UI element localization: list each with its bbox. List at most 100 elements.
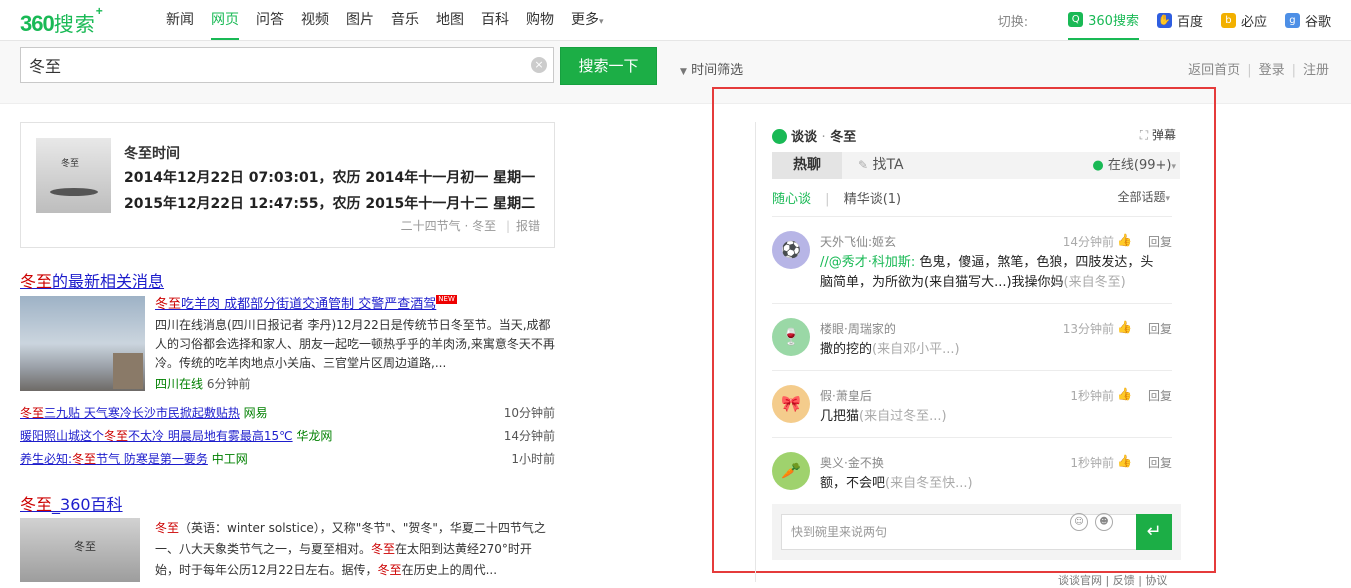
message-from: (来自邓小平...): [872, 342, 960, 357]
nav-more[interactable]: 更多▾: [571, 0, 604, 38]
news-item: 养生必知:冬至节气 防寒是第一要务 中工网 1小时前: [20, 450, 555, 467]
logo-plus: +: [95, 3, 103, 18]
news-thumbnail[interactable]: [20, 296, 145, 391]
all-topics-dropdown[interactable]: 全部话题▾: [1117, 188, 1170, 205]
engine-360[interactable]: Q 360搜索: [1068, 0, 1139, 40]
message-author[interactable]: 奥义·金不换: [820, 454, 884, 471]
baike-thumbnail[interactable]: 冬至: [20, 518, 140, 582]
clear-icon[interactable]: ×: [531, 57, 547, 73]
news-item: 冬至三九贴 天气寒冷长沙市民掀起敷贴热 网易 10分钟前: [20, 404, 555, 421]
top-links: 返回首页 | 登录 | 注册: [1188, 59, 1329, 78]
message-text: 撒的挖的(来自邓小平...): [820, 340, 1160, 360]
avatar[interactable]: 🥕: [772, 452, 810, 490]
time-filter[interactable]: ▼ 时间筛选: [680, 59, 743, 78]
logo-360-search[interactable]: 360搜索+: [20, 4, 103, 37]
message-body: 额，不会吧: [820, 476, 886, 491]
message-author[interactable]: 天外飞仙:姬玄: [820, 233, 896, 250]
bing-icon: b: [1220, 12, 1236, 28]
nav-images[interactable]: 图片: [346, 0, 374, 38]
chat-message: 🎀 假·萧皇后 1秒钟前 👍 回复 几把猫(来自过冬至...): [772, 370, 1172, 437]
login-link[interactable]: 登录: [1259, 63, 1285, 78]
chat-footer-links[interactable]: 谈谈官网 | 反馈 | 协议: [1058, 572, 1167, 588]
avatar[interactable]: ⚽: [772, 231, 810, 269]
chat-topic: 冬至: [830, 130, 857, 145]
category-nav: 新闻 网页 问答 视频 图片 音乐 地图 百科 购物 更多▾: [166, 0, 621, 40]
nav-shopping[interactable]: 购物: [526, 0, 554, 38]
360-icon: Q: [1068, 11, 1084, 27]
logo-text: 搜索: [53, 14, 96, 36]
news-section-title[interactable]: 冬至的最新相关消息: [20, 268, 164, 292]
danmu-label: 弹幕: [1151, 128, 1176, 142]
news-item-link[interactable]: 暖阳照山城这个冬至不太冷 明晨局地有雾最高15℃: [20, 429, 293, 443]
baike-section-title[interactable]: 冬至_360百科: [20, 491, 123, 515]
news-item-time: 1小时前: [511, 452, 555, 466]
engine-google-label: 谷歌: [1304, 14, 1331, 30]
find-icon: ✎: [858, 158, 869, 172]
engine-baidu-label: 百度: [1176, 14, 1203, 30]
chat-subtabs: 随心谈 | 精华谈(1): [772, 188, 901, 207]
nav-baike[interactable]: 百科: [481, 0, 509, 38]
thumbs-up-icon[interactable]: 👍: [1117, 320, 1132, 334]
news-source[interactable]: 四川在线: [155, 377, 203, 391]
reply-button[interactable]: 回复: [1148, 233, 1172, 250]
news-thumbnail-building: [113, 353, 143, 389]
news-headline-rest: 吃羊肉 成都部分街道交通管制 交警严查酒驾: [181, 297, 437, 312]
chat-input-area: 快到碗里来说两句 ☺ ☻ ↵: [772, 504, 1181, 560]
baike-text-3: 在历史上的周代...: [401, 563, 498, 577]
avatar[interactable]: 🍷: [772, 318, 810, 356]
search-box: ×: [20, 47, 554, 83]
card-source-link[interactable]: 二十四节气 · 冬至: [401, 219, 496, 233]
bow-icon: 🎀: [781, 394, 801, 413]
card-title: 冬至时间: [124, 146, 180, 162]
news-item-link[interactable]: 冬至三九贴 天气寒冷长沙市民掀起敷贴热: [20, 406, 240, 420]
register-link[interactable]: 注册: [1303, 63, 1329, 78]
news-title-rest: 的最新相关消息: [52, 272, 165, 291]
home-link[interactable]: 返回首页: [1188, 63, 1240, 78]
engine-baidu[interactable]: ✋ 百度: [1156, 1, 1203, 39]
switch-label: 切换:: [997, 14, 1029, 30]
news-headline[interactable]: 冬至吃羊肉 成都部分街道交通管制 交警严查酒驾: [155, 297, 436, 312]
baike-keyword: 冬至: [155, 521, 180, 535]
tab-hot-chat[interactable]: 热聊: [772, 152, 842, 179]
nav-map[interactable]: 地图: [436, 0, 464, 38]
thumbnail-text: 冬至: [61, 159, 80, 169]
message-mention: //@秀才·科加斯:: [820, 255, 920, 270]
reply-button[interactable]: 回复: [1148, 320, 1172, 337]
nav-news[interactable]: 新闻: [166, 0, 194, 38]
online-count[interactable]: ● 在线(99+)▾: [1092, 152, 1176, 179]
thumbs-up-icon[interactable]: 👍: [1117, 387, 1132, 401]
send-button[interactable]: ↵: [1136, 514, 1172, 550]
thumbs-up-icon[interactable]: 👍: [1117, 454, 1132, 468]
report-error-link[interactable]: 报错: [516, 219, 540, 233]
thumbs-up-icon[interactable]: 👍: [1117, 233, 1132, 247]
engine-bing[interactable]: b 必应: [1220, 1, 1267, 39]
nav-music[interactable]: 音乐: [391, 0, 419, 38]
danmu-toggle[interactable]: ⛶ 弹幕: [1140, 126, 1176, 143]
emoji-icon[interactable]: ☻: [1095, 513, 1113, 531]
message-author[interactable]: 楼眼·周瑞家的: [820, 320, 896, 337]
baike-thumbnail-text: 冬至: [74, 540, 96, 553]
nav-qa[interactable]: 问答: [256, 0, 284, 38]
chat-header: 谈谈 · 冬至: [772, 126, 856, 145]
news-summary: 四川在线消息(四川日报记者 李丹)12月22日是传统节日冬至节。当天,成都人的习…: [155, 318, 555, 370]
link-separator: |: [1247, 63, 1252, 78]
filter-icon: ▼: [680, 67, 687, 77]
news-item-source: 中工网: [211, 452, 248, 466]
news-item-time: 14分钟前: [503, 429, 555, 443]
nav-video[interactable]: 视频: [301, 0, 329, 38]
reply-button[interactable]: 回复: [1148, 454, 1172, 471]
avatar[interactable]: 🎀: [772, 385, 810, 423]
message-author[interactable]: 假·萧皇后: [820, 387, 872, 404]
reply-button[interactable]: 回复: [1148, 387, 1172, 404]
engine-google[interactable]: g 谷歌: [1284, 1, 1331, 39]
subtab-featured[interactable]: 精华谈(1): [844, 192, 901, 207]
news-item-link[interactable]: 养生必知:冬至节气 防寒是第一要务: [20, 452, 208, 466]
sticker-icon[interactable]: ☺: [1070, 513, 1088, 531]
news-item-pre: 养生必知:: [20, 452, 73, 466]
search-button[interactable]: 搜索一下: [560, 47, 657, 85]
tab-find-ta[interactable]: ✎ 找TA: [858, 152, 904, 179]
nav-web[interactable]: 网页: [211, 0, 239, 40]
subtab-casual[interactable]: 随心谈: [772, 192, 811, 207]
search-input[interactable]: [21, 48, 517, 82]
card-separator: |: [505, 219, 510, 233]
